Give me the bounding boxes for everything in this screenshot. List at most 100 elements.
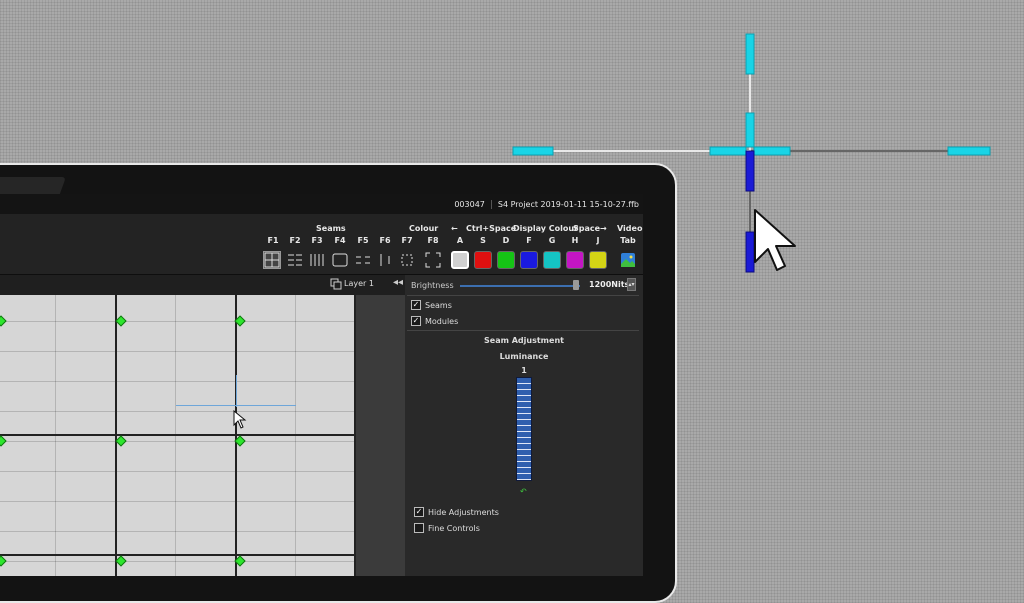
key-f4: F4 <box>334 236 346 245</box>
small-frame-icon <box>401 254 413 266</box>
hide-adjustments-row[interactable]: ✓ Hide Adjustments <box>414 507 499 517</box>
single-line-icon <box>380 254 390 266</box>
seam-handle-center-bottom[interactable] <box>745 150 755 192</box>
fine-controls-row[interactable]: Fine Controls <box>414 523 480 533</box>
mouse-pointer-icon <box>754 209 796 271</box>
space-label: Space <box>573 224 601 233</box>
fine-controls-checkbox[interactable] <box>414 523 424 533</box>
key-a: A <box>456 236 464 245</box>
display-colour-grey[interactable] <box>451 251 469 269</box>
colour-frame-button[interactable] <box>398 251 416 269</box>
display-colour-blue[interactable] <box>520 251 538 269</box>
seam-handle-right[interactable] <box>947 146 991 156</box>
layer-name[interactable]: Layer 1 <box>344 279 374 288</box>
key-h: H <box>571 236 579 245</box>
modules-checkbox-label: Modules <box>425 316 459 326</box>
title-bar: 003047 S4 Project 2019-01-11 15-10-27.ff… <box>0 194 643 214</box>
video-label: Video <box>617 224 643 233</box>
grid-node[interactable] <box>115 555 127 567</box>
arrow-right: → <box>600 224 607 233</box>
display-colour-red[interactable] <box>474 251 492 269</box>
seam-handle-top[interactable] <box>745 33 755 75</box>
properties-panel: Brightness 1200Nits ▴▾ ✓ Seams ✓ Modules… <box>405 275 643 576</box>
seams-checkbox[interactable]: ✓ <box>411 300 421 310</box>
divider <box>407 330 639 331</box>
key-s: S <box>480 236 486 245</box>
key-f6: F6 <box>379 236 391 245</box>
key-f8: F8 <box>427 236 439 245</box>
grid-major-line <box>0 434 356 436</box>
seam-handle-center-top[interactable] <box>745 112 755 148</box>
layer-bar: Layer 1 ◂◂ <box>0 275 405 295</box>
seams-checkbox-label: Seams <box>425 300 452 310</box>
canvas-margin <box>356 295 405 576</box>
ctrl-space-label: Ctrl+Space <box>466 224 517 233</box>
display-colour-green[interactable] <box>497 251 515 269</box>
display-colour-yellow[interactable] <box>589 251 607 269</box>
seam-handle-bottom[interactable] <box>745 231 755 273</box>
key-f5: F5 <box>357 236 369 245</box>
toolbar: Seams Colour ← Ctrl+Space Display Colour… <box>0 214 643 275</box>
video-tab-button[interactable] <box>619 251 637 269</box>
key-f7: F7 <box>401 236 413 245</box>
grid-node[interactable] <box>115 315 127 327</box>
key-f3: F3 <box>311 236 323 245</box>
hide-adjustments-checkbox[interactable]: ✓ <box>414 507 424 517</box>
hide-adjustments-label: Hide Adjustments <box>428 507 499 517</box>
seam-single-button[interactable] <box>376 251 394 269</box>
seam-horizontal-button[interactable] <box>286 251 304 269</box>
seam-handle-center-left[interactable] <box>709 146 747 156</box>
grid-major-line <box>0 554 356 556</box>
app-window: 003047 S4 Project 2019-01-11 15-10-27.ff… <box>0 194 643 576</box>
seam-handle-left[interactable] <box>512 146 554 156</box>
seam-adjustment-title: Seam Adjustment <box>484 336 564 345</box>
key-f1: F1 <box>267 236 279 245</box>
grid-node[interactable] <box>0 555 7 567</box>
luminance-label: Luminance <box>499 352 549 361</box>
grid-node[interactable] <box>0 435 7 447</box>
divider <box>407 295 639 296</box>
key-f: F <box>526 236 532 245</box>
display-colour-magenta[interactable] <box>566 251 584 269</box>
display-colour-cyan[interactable] <box>543 251 561 269</box>
brightness-slider[interactable] <box>460 285 580 287</box>
seams-header: Seams <box>316 224 346 233</box>
brightness-spinner[interactable]: ▴▾ <box>627 278 636 291</box>
modules-checkbox[interactable]: ✓ <box>411 316 421 326</box>
seam-dashed-button[interactable] <box>354 251 372 269</box>
colour-header: Colour <box>409 224 439 233</box>
layers-icon[interactable] <box>330 278 342 290</box>
reset-arrow-icon[interactable]: ↶ <box>520 487 527 496</box>
arrow-left: ← <box>451 224 458 233</box>
luminance-value: 1 <box>521 366 527 375</box>
project-filename: S4 Project 2019-01-11 15-10-27.ffb <box>497 199 639 209</box>
seams-checkbox-row[interactable]: ✓ Seams <box>411 300 452 310</box>
grid-icon <box>264 252 280 268</box>
seam-handle-center-right[interactable] <box>753 146 791 156</box>
tab-key-label: Tab <box>620 236 636 245</box>
double-chevron-left-icon[interactable]: ◂◂ <box>393 277 403 288</box>
selected-seam-vertical[interactable] <box>236 375 237 407</box>
rectangle-icon <box>332 253 348 267</box>
dashed-lines-icon <box>356 256 370 264</box>
landscape-image-icon <box>621 253 635 267</box>
vertical-lines-icon <box>310 254 324 266</box>
colour-corner-button[interactable] <box>424 251 442 269</box>
key-g: G <box>548 236 556 245</box>
key-j: J <box>596 236 600 245</box>
grid-node[interactable] <box>115 435 127 447</box>
brightness-label: Brightness <box>411 281 454 290</box>
key-f2: F2 <box>289 236 301 245</box>
modules-checkbox-row[interactable]: ✓ Modules <box>411 316 458 326</box>
brightness-value[interactable]: 1200Nits <box>589 280 629 289</box>
display-colour-label: Display Colour <box>513 224 579 233</box>
grid-node[interactable] <box>0 315 7 327</box>
brightness-slider-handle[interactable] <box>573 280 580 290</box>
seam-vertical-button[interactable] <box>308 251 326 269</box>
luminance-slider[interactable] <box>516 377 532 481</box>
seam-rectangle-button[interactable] <box>331 251 349 269</box>
corner-frame-icon <box>425 252 441 268</box>
horizontal-dashes-icon <box>288 254 302 266</box>
seam-grid-button[interactable] <box>263 251 281 269</box>
seam-grid-canvas[interactable] <box>0 295 356 576</box>
